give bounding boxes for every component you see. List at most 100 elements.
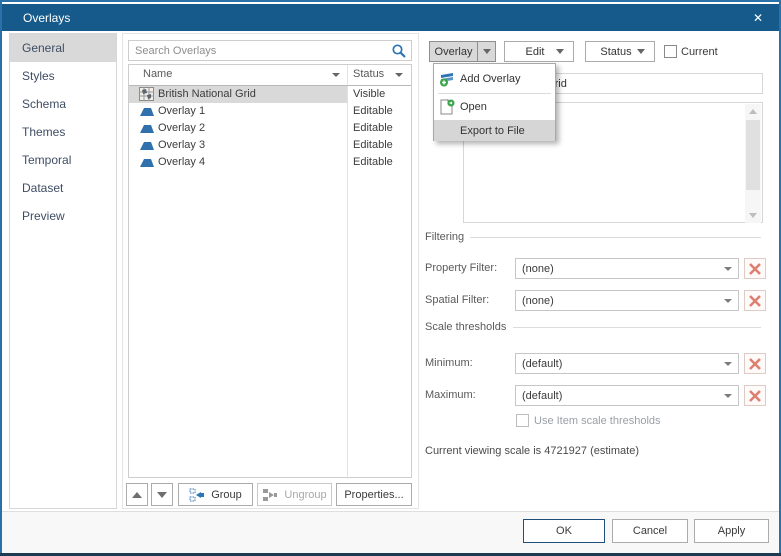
clear-property-filter-button[interactable] bbox=[744, 258, 766, 279]
ungroup-label: Ungroup bbox=[284, 488, 327, 501]
overlay-dropdown-toggle[interactable] bbox=[477, 42, 495, 61]
close-icon[interactable]: ✕ bbox=[749, 9, 767, 27]
ok-button[interactable]: OK bbox=[523, 519, 605, 543]
maximum-scale-select[interactable]: (default) bbox=[515, 385, 739, 406]
filtering-divider bbox=[470, 237, 761, 238]
sidebar-item-dataset[interactable]: Dataset bbox=[10, 174, 116, 202]
clear-minimum-scale-button[interactable] bbox=[744, 353, 766, 374]
sidebar-item-themes[interactable]: Themes bbox=[10, 118, 116, 146]
overlay-status: Editable bbox=[353, 122, 393, 134]
clear-maximum-scale-button[interactable] bbox=[744, 385, 766, 406]
property-filter-value: (none) bbox=[522, 262, 554, 275]
edit-button-label: Edit bbox=[525, 45, 545, 58]
overlay-name: Overlay 3 bbox=[158, 139, 206, 151]
maximum-scale-value: (default) bbox=[522, 389, 563, 402]
overlay-dropdown-menu: Add Overlay Open Export to File bbox=[433, 63, 556, 141]
status-column-header[interactable]: Status bbox=[353, 68, 384, 80]
menu-item-add-overlay[interactable]: Add Overlay bbox=[434, 64, 555, 93]
move-up-button[interactable] bbox=[126, 483, 148, 506]
overlay-split-button[interactable]: Overlay bbox=[429, 41, 496, 62]
move-down-button[interactable] bbox=[151, 483, 173, 506]
maximum-label: Maximum: bbox=[425, 389, 476, 401]
filtering-heading: Filtering bbox=[425, 231, 465, 243]
menu-item-open[interactable]: Open bbox=[434, 94, 555, 120]
overlay-name: Overlay 1 bbox=[158, 105, 206, 117]
overlay-list: Name Status British National Grid Visibl… bbox=[128, 64, 412, 479]
sidebar-item-schema[interactable]: Schema bbox=[10, 90, 116, 118]
spatial-filter-select[interactable]: (none) bbox=[515, 290, 739, 311]
delete-x-icon bbox=[749, 357, 761, 370]
property-filter-label: Property Filter: bbox=[425, 262, 498, 274]
scrollbar-thumb[interactable] bbox=[746, 120, 760, 190]
list-item[interactable]: British National Grid Visible bbox=[129, 86, 411, 103]
list-item[interactable]: Overlay 1 Editable bbox=[129, 103, 411, 120]
list-header: Name Status bbox=[129, 65, 411, 86]
list-item[interactable]: Overlay 4 Editable bbox=[129, 154, 411, 171]
use-item-scale-checkbox[interactable] bbox=[516, 414, 529, 427]
sidebar-item-styles[interactable]: Styles bbox=[10, 62, 116, 90]
group-label: Group bbox=[211, 488, 242, 501]
scroll-down-icon[interactable] bbox=[749, 213, 757, 218]
list-item[interactable]: Overlay 2 Editable bbox=[129, 120, 411, 137]
menu-item-export-to-file[interactable]: Export to File bbox=[434, 120, 555, 141]
grid-map-icon bbox=[139, 87, 154, 101]
delete-x-icon bbox=[749, 389, 761, 402]
dialog-title: Overlays bbox=[23, 10, 71, 25]
overlay-layer-icon bbox=[140, 125, 154, 133]
properties-button[interactable]: Properties... bbox=[336, 483, 412, 506]
overlay-layer-icon bbox=[140, 159, 154, 167]
spatial-filter-label: Spatial Filter: bbox=[425, 294, 490, 306]
menu-item-label: Add Overlay bbox=[460, 72, 521, 85]
chevron-down-icon bbox=[724, 393, 732, 398]
sidebar-item-temporal[interactable]: Temporal bbox=[10, 146, 116, 174]
dialog-titlebar: Overlays ✕ bbox=[2, 4, 779, 31]
overlay-status: Visible bbox=[353, 88, 386, 100]
overlay-status: Editable bbox=[353, 105, 393, 117]
search-icon bbox=[392, 43, 406, 58]
group-button[interactable]: Group bbox=[178, 483, 253, 506]
overlay-status: Editable bbox=[353, 156, 393, 168]
status-dropdown-button[interactable]: Status bbox=[585, 41, 655, 62]
chevron-down-icon bbox=[724, 298, 732, 303]
cancel-button[interactable]: Cancel bbox=[612, 519, 688, 543]
minimum-scale-value: (default) bbox=[522, 357, 563, 370]
textarea-scrollbar[interactable] bbox=[745, 104, 761, 223]
scale-thresholds-divider bbox=[513, 327, 761, 328]
chevron-down-icon bbox=[556, 49, 564, 54]
down-arrow-icon bbox=[157, 491, 167, 498]
add-overlay-icon bbox=[434, 71, 460, 87]
minimum-label: Minimum: bbox=[425, 357, 473, 369]
minimum-scale-select[interactable]: (default) bbox=[515, 353, 739, 374]
clear-spatial-filter-button[interactable] bbox=[744, 290, 766, 311]
sidebar-item-preview[interactable]: Preview bbox=[10, 202, 116, 230]
list-item[interactable]: Overlay 3 Editable bbox=[129, 137, 411, 154]
chevron-down-icon bbox=[637, 49, 645, 54]
overlay-layer-icon bbox=[140, 142, 154, 150]
property-filter-select[interactable]: (none) bbox=[515, 258, 739, 279]
overlay-name: Overlay 4 bbox=[158, 156, 206, 168]
sidebar: General Styles Schema Themes Temporal Da… bbox=[9, 33, 117, 509]
scroll-up-icon[interactable] bbox=[749, 109, 757, 114]
ungroup-icon bbox=[263, 488, 278, 501]
menu-item-label: Export to File bbox=[460, 124, 525, 137]
current-checkbox-label: Current bbox=[681, 46, 718, 58]
overlay-name: Overlay 2 bbox=[158, 122, 206, 134]
sidebar-item-general[interactable]: General bbox=[10, 34, 116, 62]
overlays-dialog-screen: Overlays ✕ OK Cancel Apply General Style… bbox=[0, 0, 781, 556]
scale-thresholds-heading: Scale thresholds bbox=[425, 321, 507, 333]
status-filter-icon[interactable] bbox=[395, 73, 403, 77]
overlay-name: British National Grid bbox=[158, 88, 256, 100]
open-file-icon bbox=[434, 99, 460, 115]
spatial-filter-value: (none) bbox=[522, 294, 554, 307]
ungroup-button[interactable]: Ungroup bbox=[257, 483, 332, 506]
edit-dropdown-button[interactable]: Edit bbox=[504, 41, 574, 62]
apply-button[interactable]: Apply bbox=[694, 519, 769, 543]
name-filter-icon[interactable] bbox=[332, 73, 340, 77]
chevron-down-icon bbox=[724, 361, 732, 366]
current-checkbox[interactable] bbox=[664, 45, 677, 58]
chevron-down-icon bbox=[482, 49, 491, 54]
search-box bbox=[128, 40, 412, 61]
search-input[interactable] bbox=[129, 44, 391, 57]
name-column-header[interactable]: Name bbox=[143, 68, 172, 80]
overlay-button-label: Overlay bbox=[434, 45, 473, 58]
